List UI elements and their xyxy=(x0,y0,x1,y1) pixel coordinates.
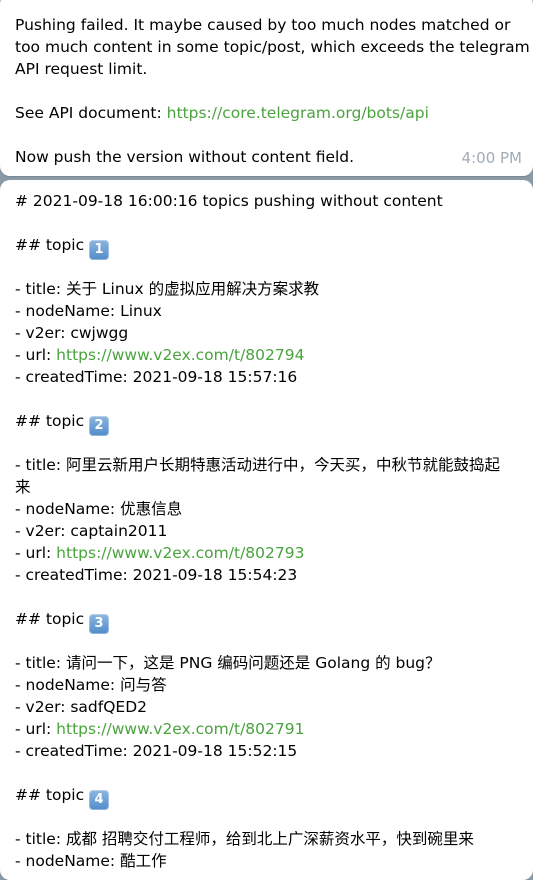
topic-node-name: - nodeName: 酷工作 xyxy=(15,852,167,870)
keycap-number-icon: 1 xyxy=(89,240,110,260)
topic-created-time: - createdTime: 2021-09-18 15:52:15 xyxy=(15,742,298,760)
topic-heading-text: ## topic xyxy=(15,610,90,628)
topic-heading-text: ## topic xyxy=(15,412,90,430)
message-final-line: Now push the version without content fie… xyxy=(15,148,355,166)
topic-created-time: - createdTime: 2021-09-18 15:54:23 xyxy=(15,566,298,584)
topic-heading: ## topic 4 xyxy=(15,784,521,810)
topic-title: - title: 阿里云新用户长期特惠活动进行中，今天买，中秋节就能鼓捣起 xyxy=(15,456,500,474)
topic-url-line: - url: https://www.v2ex.com/t/802793 xyxy=(15,542,521,564)
topic-heading-text: ## topic xyxy=(15,786,90,804)
topic-v2er: - v2er: cwjwgg xyxy=(15,324,129,342)
message-timestamp: 4:00 PM xyxy=(461,149,522,167)
topic-title: - title: 成都 招聘交付工程师，给到北上广深薪资水平，快到碗里来 xyxy=(15,830,474,848)
topic-node-name: - nodeName: Linux xyxy=(15,302,162,320)
topic-url-link[interactable]: https://www.v2ex.com/t/802793 xyxy=(56,544,304,562)
topic-url-label: - url: xyxy=(15,346,57,364)
keycap-number-icon: 3 xyxy=(89,614,110,634)
message-bubble-topics: # 2021-09-18 16:00:16 topics pushing wit… xyxy=(0,180,533,880)
topic-heading: ## topic 2 xyxy=(15,410,521,436)
topic-heading: ## topic 3 xyxy=(15,608,521,634)
message-bubble-push-failed: Pushing failed. It maybe caused by too m… xyxy=(0,0,533,176)
topic-url-label: - url: xyxy=(15,720,57,738)
topic-url-link[interactable]: https://www.v2ex.com/t/802794 xyxy=(56,346,304,364)
topic-title: - title: 关于 Linux 的虚拟应用解决方案求教 xyxy=(15,280,320,298)
message-text-line: API request limit. xyxy=(15,60,148,78)
topic-created-time: - createdTime: 2021-09-18 15:57:16 xyxy=(15,368,298,386)
topic-title: - title: 请问一下，这是 PNG 编码问题还是 Golang 的 bug… xyxy=(15,654,441,672)
topic-title-continued: 来 xyxy=(15,478,31,496)
api-document-line: See API document: https://core.telegram.… xyxy=(15,102,521,124)
topic-url-line: - url: https://www.v2ex.com/t/802794 xyxy=(15,344,521,366)
topic-url-label: - url: xyxy=(15,544,57,562)
topic-url-link[interactable]: https://www.v2ex.com/t/802791 xyxy=(56,720,304,738)
topic-node-name: - nodeName: 问与答 xyxy=(15,676,167,694)
topic-v2er: - v2er: sadfQED2 xyxy=(15,698,147,716)
topic-v2er: - v2er: captain2011 xyxy=(15,522,168,540)
topic-heading-text: ## topic xyxy=(15,236,90,254)
message-text-line: Pushing failed. It maybe caused by too m… xyxy=(15,16,511,34)
api-document-label: See API document: xyxy=(15,104,167,122)
topic-url-line: - url: https://www.v2ex.com/t/802791 xyxy=(15,718,521,740)
message-text-line: too much content in some topic/post, whi… xyxy=(15,38,530,56)
topics-header: # 2021-09-18 16:00:16 topics pushing wit… xyxy=(15,192,443,210)
topic-node-name: - nodeName: 优惠信息 xyxy=(15,500,183,518)
api-document-link[interactable]: https://core.telegram.org/bots/api xyxy=(167,104,429,122)
topic-heading: ## topic 1 xyxy=(15,234,521,260)
keycap-number-icon: 2 xyxy=(89,416,110,436)
keycap-number-icon: 4 xyxy=(89,790,110,810)
